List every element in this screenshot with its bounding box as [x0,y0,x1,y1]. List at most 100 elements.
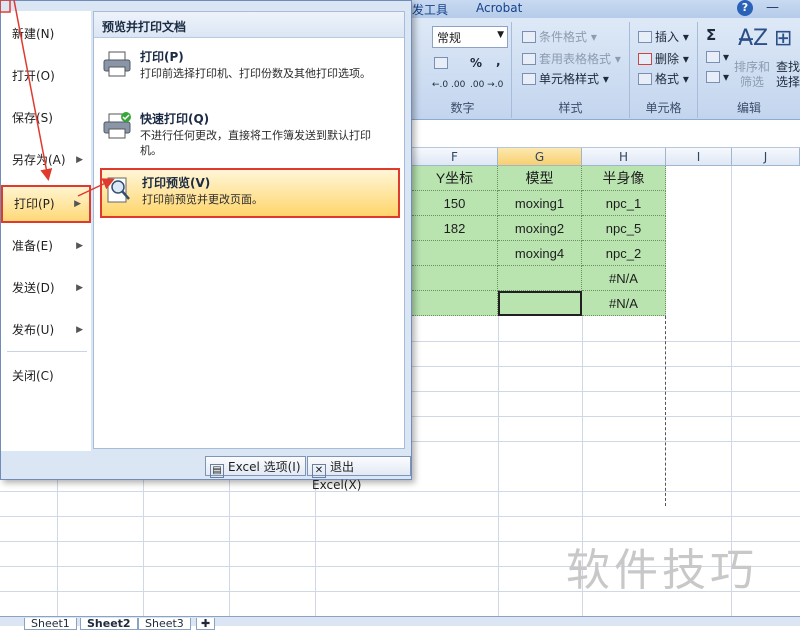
increase-decimal-button[interactable]: ←.0 .00 [432,80,465,90]
insert-sheet-icon[interactable]: ✚ [196,618,216,630]
decrease-decimal-button[interactable]: .00 →.0 [470,80,503,90]
number-format-combo[interactable]: 常规 ▼ [432,26,508,48]
cell-f-row3[interactable] [412,241,498,266]
cell-f-row2[interactable]: 182 [412,216,498,241]
submenu-print[interactable]: 打印(P) 打印前选择打印机、打印份数及其他打印选项。 [100,44,400,96]
delete-icon [638,53,652,65]
sort-filter-label[interactable]: 排序和 筛选 [734,60,770,90]
cell-g-row4[interactable] [498,266,582,291]
printer-icon [103,51,131,77]
cell-g-row1[interactable]: moxing1 [498,191,582,216]
menu-new[interactable]: 新建(N) [1,17,91,51]
submenu-print-preview[interactable]: 打印预览(V) 打印前预览并更改页面。 [100,168,400,218]
close-icon: ✕ [312,464,326,478]
menu-publish[interactable]: 发布(U) ▶ [1,313,91,347]
cell-h-row3[interactable]: npc_2 [582,241,666,266]
table-format-label: 套用表格格式 [539,52,612,66]
table-format-icon [522,53,536,65]
office-menu-commands: 新建(N) 打开(O) 保存(S) 另存为(A) ▶ 打印(P) ▶ 准备(E) ▶ … [1,11,91,451]
menu-open[interactable]: 打开(O) [1,59,91,93]
percent-button[interactable]: % [470,56,482,70]
chevron-down-icon[interactable]: ▼ [497,30,504,40]
help-icon[interactable]: ? [737,0,753,16]
cell-f-row1[interactable]: 150 [412,191,498,216]
chevron-right-icon: ▶ [76,325,83,335]
menu-prepare-label: 准备(E) [12,239,53,253]
column-header-i[interactable]: I [666,148,732,166]
cell-g-row2[interactable]: moxing2 [498,216,582,241]
number-group-label: 数字 [450,101,475,115]
cell-styles-label: 单元格样式 [539,72,600,86]
table-format-button[interactable]: 套用表格格式 ▾ [522,50,621,67]
cell-f-row5[interactable] [412,291,498,316]
tab-developer[interactable]: 发工具 [412,1,448,18]
conditional-format-button[interactable]: 条件格式 ▾ [522,28,597,45]
currency-button[interactable] [434,56,451,70]
sort-filter-icon[interactable]: A̶Z [738,26,768,51]
watermark: 软件技巧 [566,545,758,596]
cell-styles-icon [522,73,536,85]
submenu-quick-print-title: 快速打印(Q) [140,112,210,126]
grid-line [315,480,316,618]
cell-h-row2[interactable]: npc_5 [582,216,666,241]
excel-options-button[interactable]: ▤ Excel 选项(I) [205,456,306,478]
cell-h-row1[interactable]: npc_1 [582,191,666,216]
sheet-tab-1[interactable]: Sheet1 [24,618,77,630]
menu-save-as[interactable]: 另存为(A) ▶ [1,143,91,177]
fill-button[interactable]: ▾ [706,50,729,64]
grid-line [412,366,800,367]
cell-f-row4[interactable] [412,266,498,291]
grid-line [143,480,144,618]
sheet-tab-2[interactable]: Sheet2 [80,618,138,630]
cell-h-header[interactable]: 半身像 [582,166,666,191]
tab-acrobat[interactable]: Acrobat [476,1,522,15]
comma-button[interactable]: , [496,54,501,68]
cell-f-header[interactable]: Y坐标 [412,166,498,191]
autosum-button[interactable]: Σ [706,26,716,44]
clear-button[interactable]: ▾ [706,70,729,84]
submenu-print-preview-title: 打印预览(V) [142,176,211,190]
format-button[interactable]: 格式 ▾ [638,70,689,87]
conditional-format-label: 条件格式 [539,30,588,44]
menu-send[interactable]: 发送(D) ▶ [1,271,91,305]
column-header-g[interactable]: G [498,148,582,166]
find-select-label[interactable]: 查找 选择 [776,60,800,90]
minimize-window-icon[interactable]: — [766,0,779,15]
menu-save[interactable]: 保存(S) [1,101,91,135]
submenu-quick-print[interactable]: 快速打印(Q) 不进行任何更改，直接将工作簿发送到默认打印机。 [100,106,400,158]
grid-line [229,480,230,618]
insert-label: 插入 [655,30,680,44]
cell-h-row5[interactable]: #N/A [582,291,666,316]
cell-g-header[interactable]: 模型 [498,166,582,191]
menu-print[interactable]: 打印(P) ▶ [1,185,91,223]
office-menu-footer: ▤ Excel 选项(I) ✕ 退出 Excel(X) [1,453,411,492]
exit-excel-button[interactable]: ✕ 退出 Excel(X) [307,456,411,492]
cells-group: 插入 ▾ 删除 ▾ 格式 ▾ 单元格 [630,22,698,118]
active-cell[interactable] [498,291,582,316]
menu-close[interactable]: 关闭(C) [1,359,91,393]
conditional-format-icon [522,31,536,43]
find-select-icon[interactable]: ⊞ [774,26,792,51]
editing-group: Σ ▾ ▾ A̶Z ⊞ 排序和 筛选 查找 选择 编辑 [698,22,800,118]
eraser-icon [706,71,720,83]
chevron-right-icon: ▶ [76,241,83,251]
column-header-f[interactable]: F [412,148,498,166]
grid-line [412,391,800,392]
insert-button[interactable]: 插入 ▾ [638,28,689,45]
cell-styles-button[interactable]: 单元格样式 ▾ [522,70,609,87]
submenu-print-title: 打印(P) [140,50,184,64]
cell-g-row3[interactable]: moxing4 [498,241,582,266]
editing-group-label: 编辑 [736,101,761,115]
quick-print-icon [103,112,131,139]
column-header-h[interactable]: H [582,148,666,166]
cell-h-row4[interactable]: #N/A [582,266,666,291]
delete-button[interactable]: 删除 ▾ [638,50,689,67]
sheet-tab-3[interactable]: Sheet3 [138,618,191,630]
menu-prepare[interactable]: 准备(E) ▶ [1,229,91,263]
submenu-title: 预览并打印文档 [94,12,404,38]
delete-label: 删除 [655,52,680,66]
column-header-j[interactable]: J [732,148,800,166]
menu-separator [7,351,87,352]
submenu-print-desc: 打印前选择打印机、打印份数及其他打印选项。 [140,67,371,80]
menu-save-as-label: 另存为(A) [12,153,66,167]
